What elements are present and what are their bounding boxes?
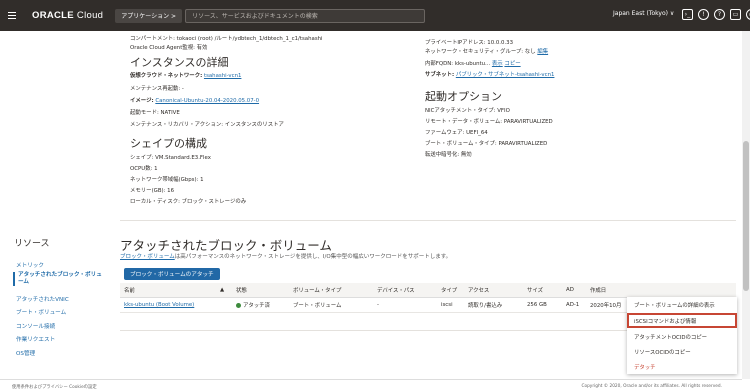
column-volume-type: ボリューム・タイプ	[289, 283, 373, 298]
sidebar-item-attached-vnics[interactable]: アタッチされたVNIC	[16, 295, 69, 303]
fqdn-copy-link[interactable]: コピー	[504, 61, 520, 67]
vcn-label: 仮想クラウド・ネットワーク:	[130, 73, 203, 79]
region-selector[interactable]: Japan East (Tokyo) ∨	[613, 10, 674, 17]
menu-item-iscsi-commands[interactable]: iSCSIコマンドおよび情報	[627, 313, 737, 328]
state-text: アタッチ済	[243, 302, 270, 309]
cloud-shell-icon[interactable]: ›_	[682, 9, 693, 20]
oracle-cloud-logo[interactable]: ORACLE Cloud	[32, 10, 103, 21]
image-row: イメージ: Canonical-Ubuntu-20.04-2020.05.07-…	[130, 96, 259, 104]
local-disk-text: ローカル・ディスク: ブロック・ストレージのみ	[130, 199, 247, 205]
page-scrollbar[interactable]	[742, 31, 750, 379]
boot-volume-type-text: ブート・ボリューム・タイプ: PARAVIRTUALIZED	[425, 141, 548, 147]
sidebar-item-os-management[interactable]: OS管理	[16, 349, 35, 357]
subnet-row: サブネット: パブリック・サブネット-tsahashi-vcn1	[425, 70, 554, 78]
size-cell: 256 GB	[523, 297, 562, 313]
attach-block-volume-button[interactable]: ブロック・ボリュームのアタッチ	[124, 268, 220, 280]
sidebar-item-boot-volume[interactable]: ブート・ボリューム	[16, 308, 66, 316]
column-state: 状態	[232, 283, 289, 298]
firmware-text: ファームウェア: UEFI_64	[425, 130, 488, 136]
agent-monitoring-text: Oracle Cloud Agent監視: 有効	[130, 45, 208, 51]
network-bandwidth-text: ネットワーク帯域幅(Gbps): 1	[130, 177, 204, 183]
maintenance-reboot-text: メンテナンス再起動: -	[130, 86, 184, 92]
help-icon[interactable]: ?	[714, 9, 725, 20]
column-access: アクセス	[464, 283, 523, 298]
subnet-link[interactable]: パブリック・サブネット-tsahashi-vcn1	[456, 72, 555, 78]
vcn-row: 仮想クラウド・ネットワーク: tsahashi-vcn1	[130, 71, 241, 79]
subnet-label: サブネット:	[425, 72, 455, 78]
shape-text: シェイプ: VM.Standard.E3.Flex	[130, 155, 211, 161]
compartment-text: コンパートメント: tokaoci (root) /ルート/ydbtech_1/…	[130, 36, 323, 42]
image-link[interactable]: Canonical-Ubuntu-20.04-2020.05.07-0	[155, 98, 259, 104]
table-header-row: 名前 ▲ 状態 ボリューム・タイプ デバイス・パス タイプ アクセス サイズ A…	[120, 283, 736, 298]
menu-item-copy-attachment-ocid[interactable]: アタッチメントOCIDのコピー	[627, 329, 737, 344]
private-ip-text: プライベートIPアドレス: 10.0.0.33	[425, 40, 513, 46]
column-name[interactable]: 名前	[120, 283, 216, 298]
column-type: タイプ	[437, 283, 464, 298]
created-text: 2020年10月	[590, 302, 622, 309]
sort-asc-icon[interactable]: ▲	[216, 283, 232, 298]
ad-cell: AD-1	[562, 297, 586, 313]
menu-item-view-boot-volume-details[interactable]: ブート・ボリュームの詳細の表示	[627, 297, 737, 312]
column-ad: AD	[562, 283, 586, 298]
shape-config-heading: シェイプの構成	[130, 137, 207, 150]
brand-text: ORACLE	[32, 10, 74, 21]
sidebar-item-metrics[interactable]: メトリック	[16, 261, 44, 269]
attached-status-dot-icon	[236, 302, 241, 308]
volume-type-cell: ブート・ボリューム	[289, 297, 373, 313]
block-volumes-description: ブロック・ボリュームは高パフォーマンスのネットワーク・ストレージを提供し、I/O…	[120, 252, 451, 260]
fqdn-row: 内部FQDN: kks-ubuntu... 表示 コピー	[425, 59, 521, 67]
launch-options-heading: 起動オプション	[425, 90, 502, 103]
section-divider	[120, 220, 736, 221]
column-device-path: デバイス・パス	[373, 283, 437, 298]
image-label: イメージ:	[130, 98, 154, 104]
boot-mode-text: 起動モード: NATIVE	[130, 110, 180, 116]
vcn-link[interactable]: tsahashi-vcn1	[204, 73, 241, 79]
scrollbar-thumb[interactable]	[743, 141, 749, 291]
type-cell: iscsi	[437, 297, 464, 313]
instance-details-heading: インスタンスの詳細	[130, 56, 229, 69]
fqdn-label: 内部FQDN: kks-ubuntu...	[425, 61, 491, 67]
block-volume-doc-link[interactable]: ブロック・ボリューム	[120, 254, 175, 260]
copyright-text: Copyright © 2020, Oracle and/or its affi…	[581, 384, 722, 389]
applications-button[interactable]: アプリケーション >	[115, 8, 183, 23]
brand-suffix: Cloud	[76, 10, 104, 21]
menu-item-copy-resource-ocid[interactable]: リソースOCIDのコピー	[627, 344, 737, 359]
access-cell: 読取り/書込み	[464, 297, 523, 313]
nsg-label: ネットワーク・セキュリティ・グループ: なし	[425, 49, 536, 55]
state-cell: アタッチ済	[232, 297, 289, 313]
footer-links[interactable]: 使用条件およびプライバシー Cookieの設定	[12, 384, 97, 390]
sidebar-item-attached-block-volumes[interactable]: アタッチされたブロック・ボリューム	[13, 272, 105, 286]
volume-name-link[interactable]: kks-ubuntu (Boot Volume)	[124, 302, 194, 308]
remote-data-volume-text: リモート・データ・ボリューム: PARAVIRTUALIZED	[425, 119, 553, 125]
column-size: サイズ	[523, 283, 562, 298]
language-globe-icon[interactable]: ◎	[746, 9, 750, 20]
sidebar-item-console-connections[interactable]: コンソール接続	[16, 322, 55, 330]
ocpu-text: OCPU数: 1	[130, 166, 158, 172]
device-path-cell: -	[373, 297, 437, 313]
description-text: は高パフォーマンスのネットワーク・ストレージを提供し、I/O集中型の幅広いワーク…	[174, 254, 452, 260]
nic-type-text: NICアタッチメント・タイプ: VFIO	[425, 108, 510, 114]
sidebar-item-work-requests[interactable]: 作業リクエスト	[16, 335, 55, 343]
hamburger-menu-icon[interactable]	[8, 0, 22, 31]
nsg-edit-link[interactable]: 編集	[537, 49, 548, 55]
nsg-row: ネットワーク・セキュリティ・グループ: なし 編集	[425, 47, 548, 55]
fqdn-show-link[interactable]: 表示	[492, 61, 503, 67]
row-actions-menu: ブート・ボリュームの詳細の表示 iSCSIコマンドおよび情報 アタッチメントOC…	[627, 297, 737, 374]
in-transit-encryption-text: 転送中暗号化: 無効	[425, 152, 472, 158]
chat-icon[interactable]: ▭	[730, 9, 741, 20]
column-created[interactable]: 作成日	[586, 283, 736, 298]
announcements-icon[interactable]: !	[698, 9, 709, 20]
resources-heading: リソース	[14, 239, 50, 249]
recovery-action-text: メンテナンス・リカバリ・アクション: インスタンスのリストア	[130, 122, 284, 128]
search-input[interactable]: リソース、サービスおよびドキュメントの検索	[185, 8, 426, 23]
page-footer: 使用条件およびプライバシー Cookieの設定 Copyright © 2020…	[0, 379, 742, 392]
menu-item-detach[interactable]: デタッチ	[627, 359, 737, 374]
memory-text: メモリー(GB): 16	[130, 188, 175, 194]
